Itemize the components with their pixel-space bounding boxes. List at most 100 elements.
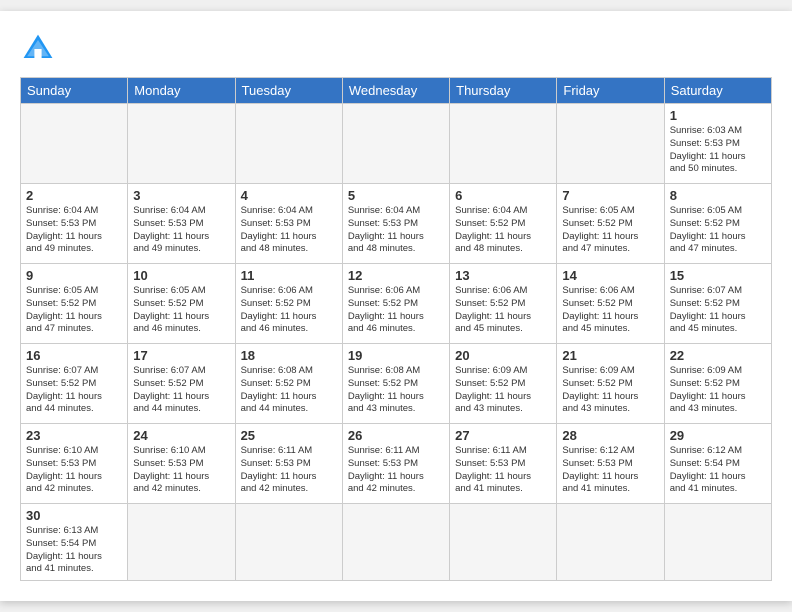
calendar-cell: 25 Sunrise: 6:11 AM Sunset: 5:53 PM Dayli… [235,423,342,503]
day-number: 9 [26,268,122,283]
calendar-cell: 29Sunrise: 6:12 AM Sunset: 5:54 PM Dayli… [664,423,771,503]
day-info: Sunrise: 6:04 AM Sunset: 5:53 PM Dayligh… [26,205,122,256]
day-info: Sunrise: 6:04 AM Sunset: 5:52 PM Dayligh… [455,205,551,256]
calendar-cell: 13Sunrise: 6:06 AM Sunset: 5:52 PM Dayli… [450,263,557,343]
calendar-cell [128,103,235,183]
day-info: Sunrise: 6:07 AM Sunset: 5:52 PM Dayligh… [133,365,229,416]
day-number: 5 [348,188,444,203]
day-number: 23 [26,428,122,443]
day-info: Sunrise: 6:09 AM Sunset: 5:52 PM Dayligh… [455,365,551,416]
header [20,31,772,67]
day-number: 30 [26,508,122,523]
day-number: 13 [455,268,551,283]
calendar-cell: 8 Sunrise: 6:05 AM Sunset: 5:52 PM Daylig… [664,183,771,263]
day-info: Sunrise: 6:03 AM Sunset: 5:53 PM Dayligh… [670,125,766,176]
calendar-cell: 4Sunrise: 6:04 AM Sunset: 5:53 PM Daylig… [235,183,342,263]
day-info: Sunrise: 6:04 AM Sunset: 5:53 PM Dayligh… [133,205,229,256]
day-number: 4 [241,188,337,203]
calendar-cell [342,503,449,580]
day-number: 18 [241,348,337,363]
day-header-tuesday: Tuesday [235,77,342,103]
calendar-table: SundayMondayTuesdayWednesdayThursdayFrid… [20,77,772,581]
calendar-cell: 21Sunrise: 6:09 AM Sunset: 5:52 PM Dayli… [557,343,664,423]
calendar-cell: 10Sunrise: 6:05 AM Sunset: 5:52 PM Dayli… [128,263,235,343]
day-number: 29 [670,428,766,443]
day-info: Sunrise: 6:05 AM Sunset: 5:52 PM Dayligh… [26,285,122,336]
day-header-thursday: Thursday [450,77,557,103]
week-row-1: 2 Sunrise: 6:04 AM Sunset: 5:53 PM Daylig… [21,183,772,263]
week-row-2: 9 Sunrise: 6:05 AM Sunset: 5:52 PM Daylig… [21,263,772,343]
calendar-cell [450,503,557,580]
day-header-monday: Monday [128,77,235,103]
day-info: Sunrise: 6:11 AM Sunset: 5:53 PM Dayligh… [348,445,444,496]
calendar-cell [342,103,449,183]
day-number: 8 [670,188,766,203]
calendar-cell: 19Sunrise: 6:08 AM Sunset: 5:52 PM Dayli… [342,343,449,423]
logo-icon [20,31,56,67]
calendar-cell [450,103,557,183]
day-info: Sunrise: 6:11 AM Sunset: 5:53 PM Dayligh… [241,445,337,496]
day-info: Sunrise: 6:13 AM Sunset: 5:54 PM Dayligh… [26,525,122,576]
calendar-cell: 23Sunrise: 6:10 AM Sunset: 5:53 PM Dayli… [21,423,128,503]
day-number: 14 [562,268,658,283]
day-header-wednesday: Wednesday [342,77,449,103]
day-info: Sunrise: 6:06 AM Sunset: 5:52 PM Dayligh… [348,285,444,336]
calendar-cell: 22Sunrise: 6:09 AM Sunset: 5:52 PM Dayli… [664,343,771,423]
calendar-cell: 3 Sunrise: 6:04 AM Sunset: 5:53 PM Daylig… [128,183,235,263]
day-number: 1 [670,108,766,123]
calendar-cell: 28 Sunrise: 6:12 AM Sunset: 5:53 PM Dayli… [557,423,664,503]
calendar-container: SundayMondayTuesdayWednesdayThursdayFrid… [0,11,792,601]
calendar-cell [557,103,664,183]
day-number: 27 [455,428,551,443]
day-info: Sunrise: 6:05 AM Sunset: 5:52 PM Dayligh… [562,205,658,256]
day-number: 10 [133,268,229,283]
calendar-cell: 2 Sunrise: 6:04 AM Sunset: 5:53 PM Daylig… [21,183,128,263]
day-number: 20 [455,348,551,363]
day-info: Sunrise: 6:08 AM Sunset: 5:52 PM Dayligh… [241,365,337,416]
day-number: 16 [26,348,122,363]
day-info: Sunrise: 6:06 AM Sunset: 5:52 PM Dayligh… [562,285,658,336]
day-header-friday: Friday [557,77,664,103]
week-row-3: 16 Sunrise: 6:07 AM Sunset: 5:52 PM Dayli… [21,343,772,423]
day-number: 12 [348,268,444,283]
calendar-cell: 15Sunrise: 6:07 AM Sunset: 5:52 PM Dayli… [664,263,771,343]
day-number: 26 [348,428,444,443]
day-number: 22 [670,348,766,363]
day-number: 6 [455,188,551,203]
day-number: 25 [241,428,337,443]
day-number: 3 [133,188,229,203]
calendar-cell: 30 Sunrise: 6:13 AM Sunset: 5:54 PM Dayli… [21,503,128,580]
day-info: Sunrise: 6:12 AM Sunset: 5:53 PM Dayligh… [562,445,658,496]
day-info: Sunrise: 6:05 AM Sunset: 5:52 PM Dayligh… [670,205,766,256]
calendar-cell: 24 Sunrise: 6:10 AM Sunset: 5:53 PM Dayli… [128,423,235,503]
week-row-5: 30 Sunrise: 6:13 AM Sunset: 5:54 PM Dayli… [21,503,772,580]
day-info: Sunrise: 6:07 AM Sunset: 5:52 PM Dayligh… [26,365,122,416]
calendar-cell: 9 Sunrise: 6:05 AM Sunset: 5:52 PM Daylig… [21,263,128,343]
calendar-cell: 11Sunrise: 6:06 AM Sunset: 5:52 PM Dayli… [235,263,342,343]
day-info: Sunrise: 6:08 AM Sunset: 5:52 PM Dayligh… [348,365,444,416]
day-number: 28 [562,428,658,443]
calendar-cell [235,503,342,580]
week-row-0: 1 Sunrise: 6:03 AM Sunset: 5:53 PM Daylig… [21,103,772,183]
day-header-sunday: Sunday [21,77,128,103]
calendar-cell: 17 Sunrise: 6:07 AM Sunset: 5:52 PM Dayli… [128,343,235,423]
calendar-cell: 5Sunrise: 6:04 AM Sunset: 5:53 PM Daylig… [342,183,449,263]
calendar-cell [664,503,771,580]
calendar-cell: 1 Sunrise: 6:03 AM Sunset: 5:53 PM Daylig… [664,103,771,183]
day-number: 21 [562,348,658,363]
day-number: 11 [241,268,337,283]
calendar-cell: 16 Sunrise: 6:07 AM Sunset: 5:52 PM Dayli… [21,343,128,423]
day-info: Sunrise: 6:07 AM Sunset: 5:52 PM Dayligh… [670,285,766,336]
calendar-cell: 14 Sunrise: 6:06 AM Sunset: 5:52 PM Dayli… [557,263,664,343]
calendar-cell: 18 Sunrise: 6:08 AM Sunset: 5:52 PM Dayli… [235,343,342,423]
calendar-cell: 27Sunrise: 6:11 AM Sunset: 5:53 PM Dayli… [450,423,557,503]
calendar-cell: 12 Sunrise: 6:06 AM Sunset: 5:52 PM Dayli… [342,263,449,343]
calendar-cell: 7Sunrise: 6:05 AM Sunset: 5:52 PM Daylig… [557,183,664,263]
day-number: 17 [133,348,229,363]
calendar-cell: 20 Sunrise: 6:09 AM Sunset: 5:52 PM Dayli… [450,343,557,423]
week-row-4: 23 Sunrise: 6:10 AM Sunset: 5:53 PM Dayli… [21,423,772,503]
header-row: SundayMondayTuesdayWednesdayThursdayFrid… [21,77,772,103]
day-number: 24 [133,428,229,443]
day-info: Sunrise: 6:10 AM Sunset: 5:53 PM Dayligh… [133,445,229,496]
day-number: 2 [26,188,122,203]
